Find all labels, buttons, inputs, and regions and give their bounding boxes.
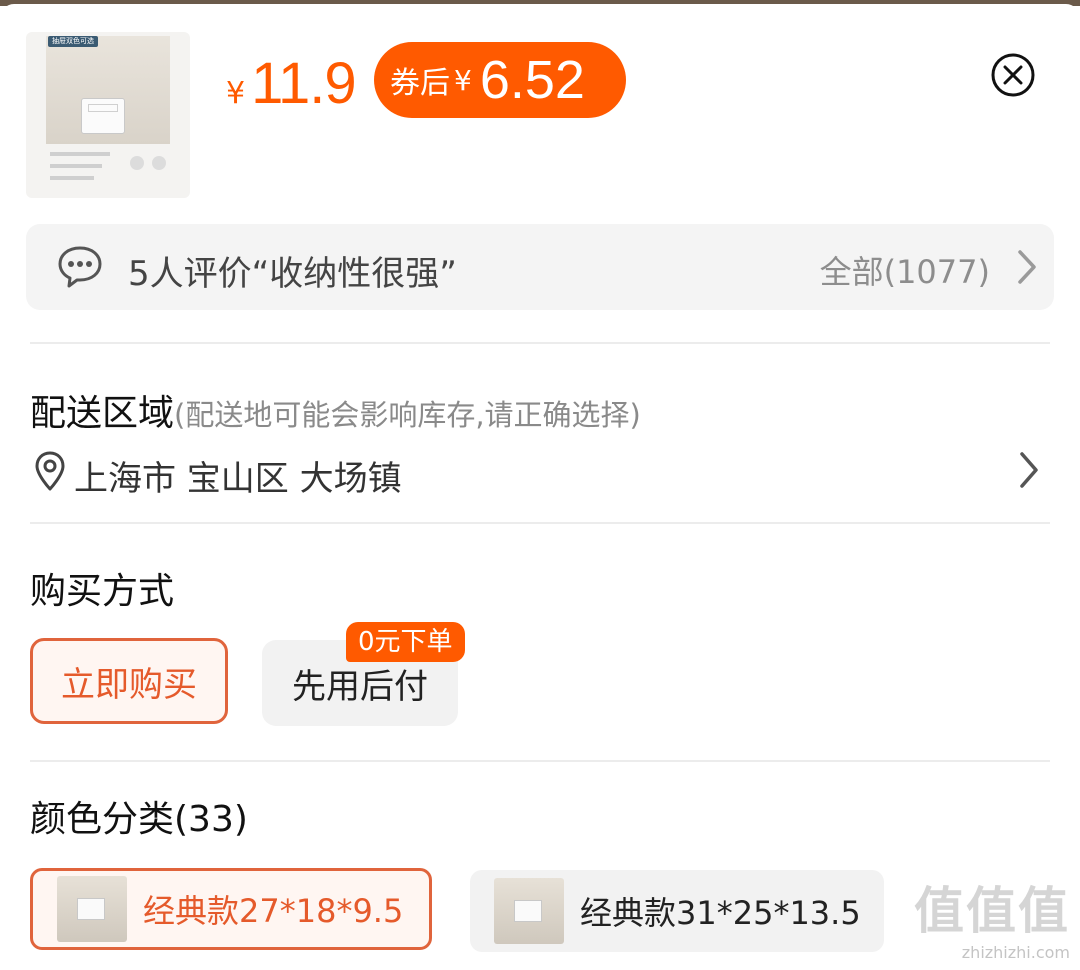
watermark-logo: 值值值 — [914, 882, 1070, 940]
option-label: 经典款27*18*9.5 — [143, 892, 404, 930]
all-reviews-link[interactable]: 全部(1077) — [820, 247, 990, 293]
option-thumbnail — [57, 876, 127, 942]
review-highlight: 5人评价“收纳性很强” — [128, 254, 457, 294]
chevron-right-icon — [1018, 250, 1036, 284]
original-price: ¥ 11.9 — [226, 50, 357, 117]
purchase-method-title: 购买方式 — [30, 571, 175, 612]
thumbnail-spec-line — [50, 152, 110, 156]
location-pin-icon — [35, 451, 65, 491]
buy-now-button[interactable]: 立即购买 — [30, 638, 228, 724]
color-option-classic-31[interactable]: 经典款31*25*13.5 — [470, 870, 884, 952]
thumbnail-detail-dot — [130, 156, 144, 170]
watermark-url: zhizhizhi.com — [961, 943, 1070, 962]
product-drawer-image — [88, 104, 118, 112]
review-summary-bar[interactable]: 5人评价“收纳性很强” 全部(1077) — [26, 224, 1054, 310]
thumbnail-spec-line — [50, 164, 102, 168]
chevron-right-icon[interactable] — [1014, 450, 1044, 490]
sku-selector-sheet: 抽屉双色可选 ¥ 11.9 券后 ¥ 6.52 5人评价“收纳性很强” 全部(1… — [0, 4, 1080, 970]
watermark: 值值值 zhizhizhi.com — [914, 871, 1070, 962]
product-thumbnail[interactable]: 抽屉双色可选 — [26, 32, 190, 198]
price-currency: ¥ — [226, 76, 246, 111]
delivery-heading: 配送区域(配送地可能会影响库存,请正确选择) — [30, 384, 641, 436]
thumbnail-detail-dot — [152, 156, 166, 170]
price-value: 11.9 — [251, 51, 357, 116]
option-thumbnail — [494, 878, 564, 944]
thumbnail-tag: 抽屉双色可选 — [48, 36, 98, 47]
zero-down-badge: 0元下单 — [346, 622, 465, 662]
divider — [30, 342, 1050, 344]
delivery-location[interactable]: 上海市 宝山区 大场镇 — [74, 451, 402, 500]
chat-bubble-icon — [58, 246, 102, 288]
color-category-title: 颜色分类(33) — [30, 799, 248, 840]
coupon-label: 券后 — [390, 66, 450, 101]
coupon-currency: ¥ — [454, 63, 472, 97]
divider — [30, 760, 1050, 762]
close-icon[interactable] — [990, 52, 1036, 98]
thumbnail-spec-line — [50, 176, 94, 180]
delivery-note: (配送地可能会影响库存,请正确选择) — [174, 398, 641, 432]
coupon-price-value: 6.52 — [479, 50, 585, 110]
divider — [30, 522, 1050, 524]
option-label: 经典款31*25*13.5 — [580, 894, 861, 932]
color-option-classic-27[interactable]: 经典款27*18*9.5 — [30, 868, 432, 950]
delivery-title: 配送区域 — [30, 393, 175, 434]
coupon-price-pill: 券后 ¥ 6.52 — [374, 42, 626, 118]
